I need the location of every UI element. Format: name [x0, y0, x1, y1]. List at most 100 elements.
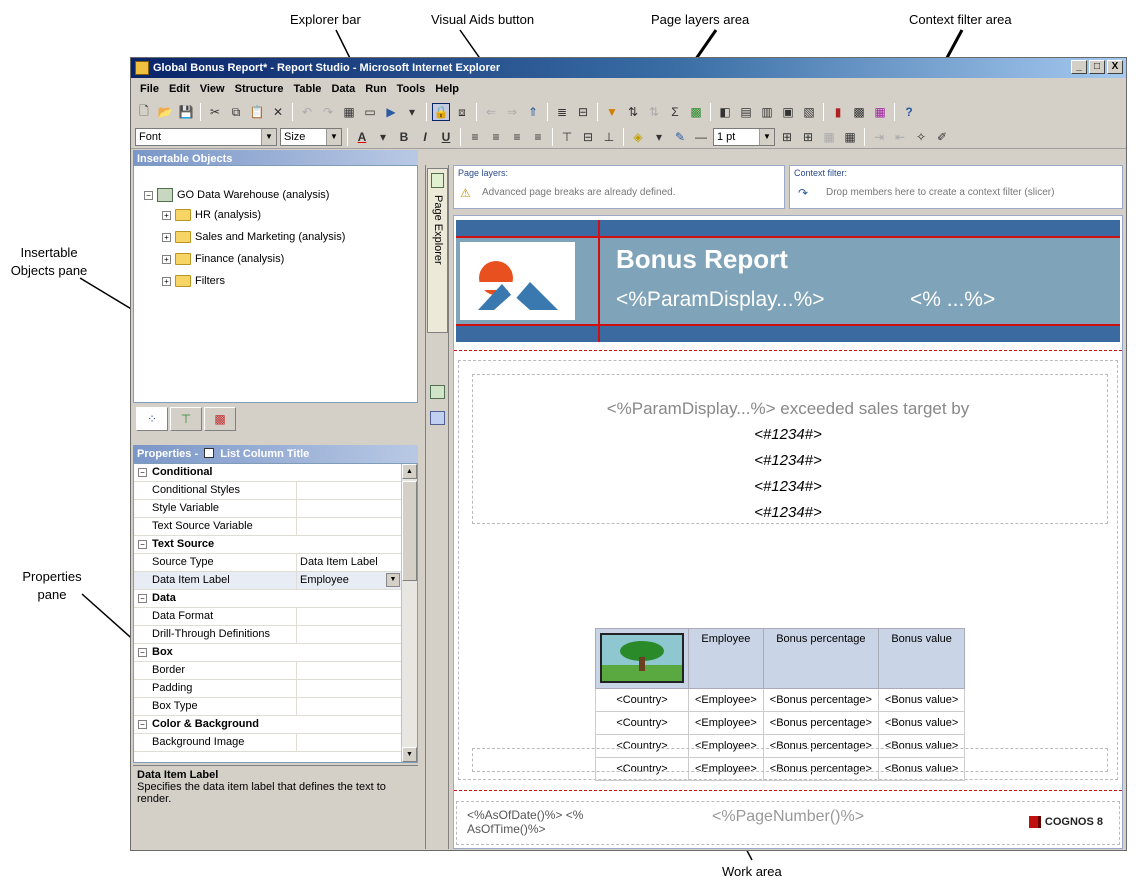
- open-icon[interactable]: 📂: [156, 103, 174, 121]
- work-area[interactable]: Bonus Report <%ParamDisplay...%> <% ...%…: [453, 215, 1123, 849]
- collapse-icon[interactable]: −: [138, 468, 147, 477]
- param-display-2[interactable]: <% ...%>: [910, 288, 995, 312]
- company-logo[interactable]: [460, 242, 575, 320]
- group-icon[interactable]: ≣: [553, 103, 571, 121]
- scroll-up-icon[interactable]: ▲: [402, 464, 417, 479]
- table-cell[interactable]: <Country>: [595, 688, 689, 712]
- table-cell[interactable]: <Country>: [595, 711, 689, 735]
- sort-icon[interactable]: ⇅: [624, 103, 642, 121]
- property-row[interactable]: Conditional Styles: [134, 482, 402, 500]
- close-button[interactable]: X: [1107, 60, 1123, 74]
- property-category[interactable]: − Data: [134, 590, 402, 608]
- property-value[interactable]: Data Item Label: [297, 554, 402, 571]
- property-value[interactable]: [297, 626, 402, 643]
- property-row[interactable]: Drill-Through Definitions: [134, 626, 402, 644]
- image-column-header[interactable]: [595, 628, 689, 689]
- visual-aids-icon[interactable]: ⧈: [453, 103, 471, 121]
- calculation-icon[interactable]: ▩: [687, 103, 705, 121]
- chart-type-icon[interactable]: ▩: [850, 103, 868, 121]
- properties-scrollbar[interactable]: ▲ ▼: [401, 464, 417, 762]
- property-row[interactable]: Border: [134, 662, 402, 680]
- format-icon[interactable]: ▧: [800, 103, 818, 121]
- filter-icon[interactable]: ▼: [603, 103, 621, 121]
- condition-explorer-icon[interactable]: [430, 411, 445, 425]
- redo-icon[interactable]: ↷: [319, 103, 337, 121]
- outdent-icon[interactable]: ⇤: [891, 128, 909, 146]
- swap-icon[interactable]: ▣: [779, 103, 797, 121]
- undo-icon[interactable]: ↶: [298, 103, 316, 121]
- lock-icon[interactable]: 🔒: [432, 103, 450, 121]
- line-width-select[interactable]: 1 pt ▼: [713, 127, 775, 146]
- back-arrow-icon[interactable]: ⇐: [482, 103, 500, 121]
- sales-text[interactable]: <%ParamDisplay...%> exceeded sales targe…: [454, 399, 1122, 419]
- menu-edit[interactable]: Edit: [164, 83, 195, 95]
- as-of-date-time[interactable]: <%AsOfDate()%> <% AsOfTime()%>: [467, 808, 617, 836]
- paste-icon[interactable]: 📋: [248, 103, 266, 121]
- expand-icon[interactable]: +: [162, 254, 171, 264]
- borders-icon[interactable]: ⊞: [778, 128, 796, 146]
- table-cell[interactable]: <Bonus value>: [877, 711, 966, 735]
- property-row[interactable]: Style Variable: [134, 500, 402, 518]
- param-display[interactable]: <%ParamDisplay...%>: [616, 288, 825, 312]
- tree-item-finance[interactable]: + Finance (analysis): [162, 253, 284, 265]
- copy-icon[interactable]: ⧉: [227, 103, 245, 121]
- table-cell[interactable]: <Employee>: [688, 711, 764, 735]
- property-value[interactable]: [297, 518, 402, 535]
- background-color-icon[interactable]: ◈: [629, 128, 647, 146]
- menu-run[interactable]: Run: [360, 83, 391, 95]
- property-value[interactable]: [297, 698, 402, 715]
- align-center-icon[interactable]: ≡: [487, 128, 505, 146]
- table-borders-icon[interactable]: ⊞: [799, 128, 817, 146]
- up-arrow-icon[interactable]: ⇑: [524, 103, 542, 121]
- property-category[interactable]: − Conditional: [134, 464, 402, 482]
- table-cell[interactable]: <Bonus value>: [877, 688, 966, 712]
- empty-block[interactable]: [472, 748, 1108, 772]
- merge-cells-icon[interactable]: ▦: [820, 128, 838, 146]
- align-right-icon[interactable]: ≡: [508, 128, 526, 146]
- property-value[interactable]: [297, 500, 402, 517]
- text-block[interactable]: [472, 374, 1108, 524]
- run-report-icon[interactable]: ▶: [382, 103, 400, 121]
- collapse-icon[interactable]: −: [144, 190, 153, 200]
- data-items-tab-icon[interactable]: ⊤: [170, 407, 202, 431]
- italic-icon[interactable]: I: [416, 128, 434, 146]
- tree-item-hr[interactable]: + HR (analysis): [162, 209, 261, 221]
- tree-item-sales-marketing[interactable]: + Sales and Marketing (analysis): [162, 231, 345, 243]
- forward-arrow-icon[interactable]: ⇒: [503, 103, 521, 121]
- expand-icon[interactable]: +: [162, 232, 171, 242]
- section-icon[interactable]: ⊟: [574, 103, 592, 121]
- property-row[interactable]: Padding: [134, 680, 402, 698]
- font-color-dropdown-icon[interactable]: ▾: [374, 128, 392, 146]
- page-number[interactable]: <%PageNumber()%>: [712, 808, 864, 826]
- new-icon[interactable]: 🗋: [135, 103, 153, 121]
- context-filter-area[interactable]: Context filter: ↷ Drop members here to c…: [789, 165, 1123, 209]
- size-select[interactable]: Size ▼: [280, 127, 342, 146]
- table-cell[interactable]: <Employee>: [688, 688, 764, 712]
- source-tab-icon[interactable]: ⁘: [136, 407, 168, 431]
- report-title[interactable]: Bonus Report: [616, 244, 788, 275]
- chevron-down-icon[interactable]: ▼: [386, 573, 400, 587]
- page-header-icon[interactable]: ▥: [758, 103, 776, 121]
- align-left-icon[interactable]: ≡: [466, 128, 484, 146]
- menu-structure[interactable]: Structure: [230, 83, 289, 95]
- bold-icon[interactable]: B: [395, 128, 413, 146]
- scroll-thumb[interactable]: [402, 481, 417, 581]
- property-value[interactable]: [297, 482, 402, 499]
- collapse-icon[interactable]: −: [138, 648, 147, 657]
- style-icon[interactable]: ✧: [912, 128, 930, 146]
- collapse-icon[interactable]: −: [138, 720, 147, 729]
- border-color-icon[interactable]: ✎: [671, 128, 689, 146]
- collapse-icon[interactable]: −: [138, 540, 147, 549]
- number-value-4[interactable]: <#1234#>: [454, 504, 1122, 521]
- property-row[interactable]: Box Type: [134, 698, 402, 716]
- menu-data[interactable]: Data: [326, 83, 360, 95]
- property-category[interactable]: − Box: [134, 644, 402, 662]
- expand-icon[interactable]: +: [162, 210, 171, 220]
- underline-icon[interactable]: U: [437, 128, 455, 146]
- cut-icon[interactable]: ✂: [206, 103, 224, 121]
- tree-item-filters[interactable]: + Filters: [162, 275, 225, 287]
- valign-bottom-icon[interactable]: ⊥: [600, 128, 618, 146]
- query-explorer-icon[interactable]: [430, 385, 445, 399]
- justify-icon[interactable]: ≡: [529, 128, 547, 146]
- page-explorer-tab[interactable]: Page Explorer: [427, 168, 448, 333]
